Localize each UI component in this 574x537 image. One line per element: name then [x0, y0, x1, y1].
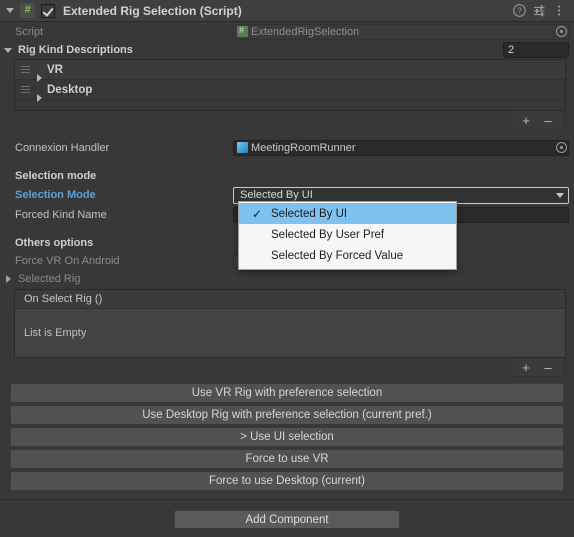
list-item-label: Desktop [47, 83, 93, 96]
selection-mode-dropdown-popup[interactable]: ✓ Selected By UI Selected By User Pref S… [238, 201, 457, 270]
dropdown-option-label: Selected By UI [271, 207, 348, 220]
drag-handle-icon[interactable] [21, 86, 33, 93]
script-hash-icon: # [20, 3, 35, 18]
svg-text:?: ? [517, 7, 522, 16]
check-icon: ✓ [251, 206, 263, 221]
on-select-rig-list: On Select Rig () List is Empty [14, 289, 566, 358]
on-select-rig-list-footer: + – [0, 358, 574, 377]
dropdown-option-label: Selected By User Pref [271, 228, 385, 241]
component-header[interactable]: # Extended Rig Selection (Script) ? [0, 0, 574, 22]
force-vr-on-android-label: Force VR On Android [15, 255, 120, 267]
force-to-use-desktop-button[interactable]: Force to use Desktop (current) [10, 471, 564, 491]
drag-handle-icon[interactable] [21, 66, 33, 73]
component-title: Extended Rig Selection (Script) [63, 3, 242, 18]
connexion-handler-picker-icon[interactable] [554, 141, 568, 155]
script-object-picker-icon[interactable] [554, 25, 568, 39]
selected-rig-row[interactable]: Selected Rig [0, 270, 574, 288]
dropdown-option-label: Selected By Forced Value [271, 249, 404, 262]
rig-kind-descriptions-label: Rig Kind Descriptions [18, 44, 133, 56]
others-options-header: Others options [15, 237, 94, 249]
selected-rig-foldout[interactable] [2, 273, 15, 286]
chevron-down-icon [556, 192, 564, 198]
script-label: Script [15, 25, 44, 38]
use-desktop-rig-preference-button[interactable]: Use Desktop Rig with preference selectio… [10, 405, 564, 425]
dropdown-option-selected-by-user-pref[interactable]: Selected By User Pref [239, 224, 456, 245]
dropdown-option-selected-by-ui[interactable]: ✓ Selected By UI [239, 203, 456, 224]
add-rig-kind-button[interactable]: + [515, 113, 537, 127]
script-row: Script ExtendedRigSelection [0, 22, 574, 41]
dropdown-option-selected-by-forced-value[interactable]: Selected By Forced Value [239, 245, 456, 266]
connexion-handler-row: Connexion Handler MeetingRoomRunner [0, 138, 574, 157]
forced-kind-name-label: Forced Kind Name [15, 209, 107, 221]
rig-kind-descriptions-foldout[interactable] [2, 44, 15, 57]
preset-icon[interactable] [530, 2, 548, 20]
add-component-area: Add Component [0, 500, 574, 529]
connexion-handler-value: MeetingRoomRunner [251, 141, 356, 154]
selection-mode-label: Selection Mode [15, 189, 96, 201]
use-ui-selection-button[interactable]: > Use UI selection [10, 427, 564, 447]
remove-rig-kind-button[interactable]: – [537, 113, 559, 127]
remove-event-listener-button[interactable]: – [537, 360, 559, 374]
script-asset-icon [237, 24, 248, 37]
selection-mode-section-header: Selection mode [15, 170, 97, 182]
list-item-label: VR [47, 63, 63, 76]
list-item[interactable]: VR [15, 60, 565, 82]
add-event-listener-button[interactable]: + [515, 360, 537, 374]
use-vr-rig-preference-button[interactable]: Use VR Rig with preference selection [10, 383, 564, 403]
prefab-cube-icon [237, 142, 248, 153]
help-icon[interactable]: ? [510, 2, 528, 20]
script-object-value: ExtendedRigSelection [251, 25, 360, 38]
connexion-handler-object-field[interactable]: MeetingRoomRunner [233, 139, 569, 156]
component-foldout-toggle[interactable] [4, 4, 17, 17]
script-object-field[interactable]: ExtendedRigSelection [233, 23, 569, 40]
selected-rig-label: Selected Rig [18, 273, 81, 285]
force-to-use-vr-button[interactable]: Force to use VR [10, 449, 564, 469]
component-enabled-checkbox[interactable] [41, 3, 55, 18]
inspector-panel: # Extended Rig Selection (Script) ? Scri… [0, 0, 574, 537]
list-item[interactable]: Desktop [15, 80, 565, 102]
selection-mode-value: Selected By UI [240, 189, 313, 201]
rig-kind-descriptions-row[interactable]: Rig Kind Descriptions 2 [0, 41, 574, 59]
add-component-button[interactable]: Add Component [174, 510, 400, 529]
rig-kind-descriptions-list: VR Desktop [14, 59, 566, 111]
action-buttons-group: Use VR Rig with preference selection Use… [10, 381, 564, 491]
selection-mode-section-header-row: Selection mode [0, 167, 574, 185]
rig-kind-descriptions-size-field[interactable]: 2 [503, 42, 569, 58]
on-select-rig-empty-message: List is Empty [15, 309, 565, 357]
on-select-rig-header: On Select Rig () [15, 290, 565, 309]
more-menu-icon[interactable] [550, 2, 568, 20]
connexion-handler-label: Connexion Handler [15, 141, 110, 154]
rig-kind-descriptions-list-footer: + – [0, 111, 574, 130]
